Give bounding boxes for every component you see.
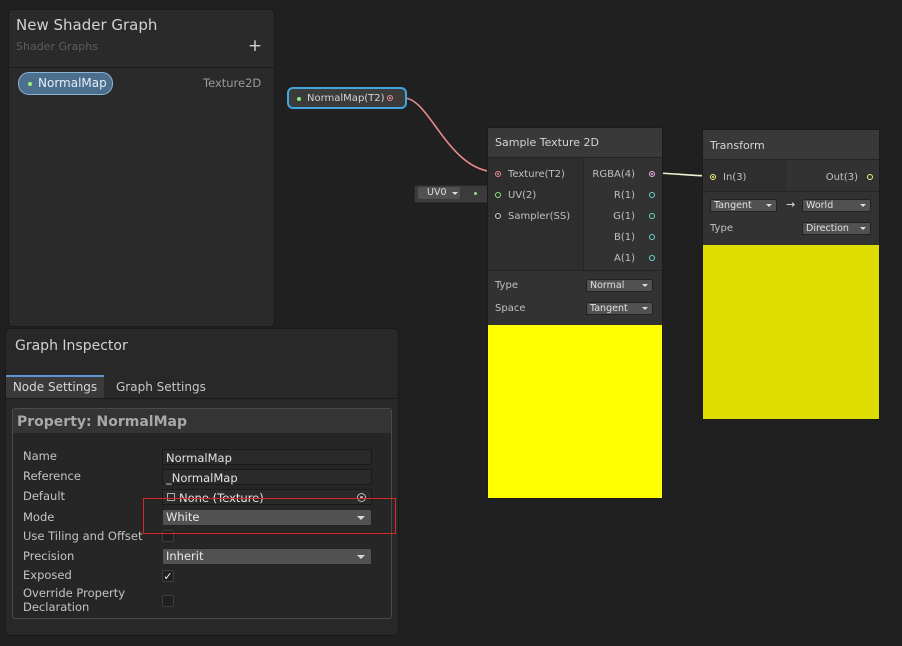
to-space-dropdown[interactable]: World (802, 199, 871, 212)
chevron-down-icon (860, 204, 866, 207)
a-output-label: A(1) (613, 253, 635, 264)
normal-space-dropdown[interactable]: Tangent (586, 302, 653, 315)
chevron-down-icon (452, 192, 458, 195)
in-port[interactable] (710, 174, 716, 180)
texture-output-port[interactable] (387, 95, 393, 101)
out-port[interactable] (867, 174, 873, 180)
uv-channel-value: UV0 (427, 187, 447, 198)
exposed-dot-icon (297, 97, 301, 101)
to-space-value: World (806, 200, 834, 211)
sample-texture-2d-node[interactable]: Sample Texture 2D Texture(T2) UV(2) Samp… (487, 127, 663, 499)
rgba-output-label: RGBA(4) (592, 169, 635, 180)
from-space-dropdown[interactable]: Tangent (710, 199, 777, 212)
r-output-label: R(1) (613, 190, 635, 201)
property-node-normalmap[interactable]: NormalMap(T2) (287, 87, 407, 109)
in-label: In(3) (723, 172, 747, 183)
sampler-input-port[interactable] (495, 213, 501, 219)
transform-type-label: Type (710, 223, 733, 234)
uv-input-port[interactable] (495, 192, 501, 198)
uv-input-label: UV(2) (508, 190, 537, 201)
b-output-label: B(1) (613, 232, 635, 243)
normal-space-value: Tangent (590, 303, 628, 314)
uv-input-node: UV0 (414, 185, 490, 203)
sample-texture-title-bar: Sample Texture 2D (488, 128, 662, 158)
uv-output-port[interactable] (474, 192, 477, 195)
settings-divider (703, 191, 879, 192)
b-output-port[interactable] (649, 234, 655, 240)
a-output-port[interactable] (649, 255, 655, 261)
from-space-value: Tangent (714, 200, 752, 211)
type-label: Type (495, 280, 518, 291)
texture-input-label: Texture(T2) (508, 169, 565, 180)
g-output-port[interactable] (649, 213, 655, 219)
out-label: Out(3) (825, 172, 858, 183)
chevron-down-icon (642, 307, 648, 310)
chevron-down-icon (860, 227, 866, 230)
space-label: Space (495, 303, 526, 314)
transform-title: Transform (710, 139, 765, 152)
transform-type-dropdown[interactable]: Direction (802, 222, 871, 235)
settings-divider (488, 270, 662, 271)
property-node-label: NormalMap(T2) (307, 93, 385, 104)
ports-divider (583, 158, 584, 270)
chevron-down-icon (766, 204, 772, 207)
sampler-input-label: Sampler(SS) (508, 211, 571, 222)
transform-title-bar: Transform (703, 130, 879, 160)
g-output-label: G(1) (613, 211, 635, 222)
sample-texture-title: Sample Texture 2D (495, 136, 599, 149)
chevron-down-icon (642, 284, 648, 287)
texture-input-port[interactable] (495, 171, 501, 177)
texture-type-value: Normal (590, 280, 625, 291)
arrow-right-icon: → (786, 198, 796, 211)
rgba-output-port[interactable] (649, 171, 655, 177)
transform-node[interactable]: Transform In(3) Out(3) Tangent → World T… (702, 129, 880, 420)
texture-type-dropdown[interactable]: Normal (586, 279, 653, 292)
transform-type-value: Direction (806, 223, 849, 234)
r-output-port[interactable] (649, 192, 655, 198)
edge-texture (403, 97, 498, 173)
transform-preview (703, 245, 879, 419)
sample-texture-preview (488, 325, 662, 498)
